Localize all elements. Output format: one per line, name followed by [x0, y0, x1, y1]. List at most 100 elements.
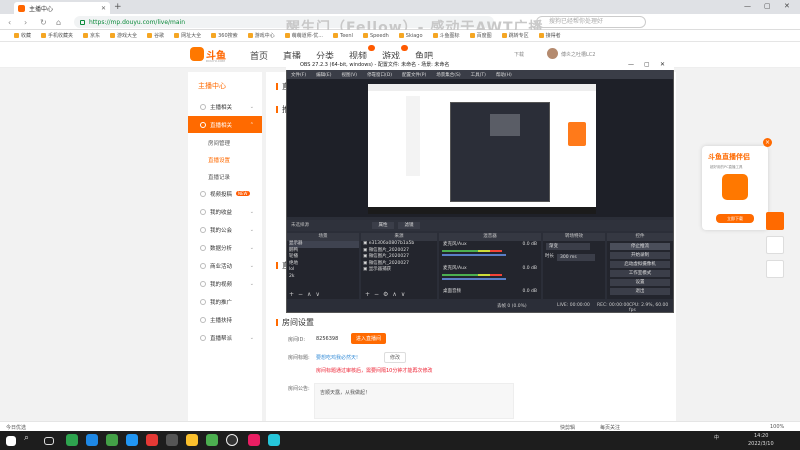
- widget-download-button[interactable]: 立即下载: [716, 214, 754, 223]
- bookmark-item[interactable]: 收藏: [14, 32, 31, 39]
- windows-start-icon[interactable]: [6, 436, 16, 446]
- bookmark-item[interactable]: Speedh: [362, 33, 389, 39]
- obs-menu-item[interactable]: 场景集合(S): [436, 72, 460, 78]
- virtual-camera-button[interactable]: 启动虚拟摄像机: [610, 261, 670, 268]
- forward-icon[interactable]: ›: [24, 18, 27, 27]
- float-home-button[interactable]: [766, 236, 784, 254]
- bookmark-item[interactable]: 跳转专区: [501, 32, 529, 39]
- bookmark-item[interactable]: 谷歌: [147, 32, 164, 39]
- task-view-icon[interactable]: [44, 437, 54, 445]
- close-window-icon[interactable]: ✕: [784, 2, 790, 10]
- app-icon[interactable]: [248, 434, 260, 446]
- studio-mode-button[interactable]: 工作室模式: [610, 270, 670, 277]
- obs-maximize-icon[interactable]: ▢: [644, 61, 650, 68]
- source-item[interactable]: ▣ 显示器捕获: [363, 267, 437, 274]
- sidebar-item-income[interactable]: 我的收益 ⌄: [188, 203, 262, 220]
- bookmark-item[interactable]: 游戏中心: [247, 32, 275, 39]
- statusbar-item[interactable]: 快剪辑: [560, 424, 575, 431]
- bookmark-item[interactable]: 百度图: [469, 32, 492, 39]
- statusbar-item[interactable]: 每页关注: [600, 424, 620, 431]
- bookmark-item[interactable]: Teenl: [333, 33, 353, 39]
- sidebar-item-support[interactable]: 主播扶持: [188, 311, 262, 328]
- sidebar-item-video-upload[interactable]: 视频投稿 NEW: [188, 185, 262, 202]
- sidebar-item-my-videos[interactable]: 我的视频 ⌄: [188, 275, 262, 292]
- sidebar-sub-records[interactable]: 直播记录: [188, 168, 262, 185]
- bookmark-item[interactable]: 斗鱼图标: [432, 32, 460, 39]
- app-icon[interactable]: [166, 434, 178, 446]
- new-tab-icon[interactable]: +: [114, 2, 122, 12]
- float-play-button[interactable]: [766, 212, 784, 230]
- app-icon[interactable]: [66, 434, 78, 446]
- zoom-level[interactable]: 100%: [770, 424, 784, 430]
- bookmark-item[interactable]: 接得者: [538, 32, 561, 39]
- obs-menu-item[interactable]: 工具(T): [471, 72, 486, 78]
- duration-input[interactable]: 300 ms: [557, 254, 595, 261]
- obs-menu-item[interactable]: 停靠窗口(D): [367, 72, 392, 78]
- obs-filters-button[interactable]: 滤镜: [398, 222, 420, 229]
- download-link[interactable]: 下载: [514, 51, 524, 58]
- search-icon[interactable]: ⌕: [24, 433, 36, 445]
- obs-preview-canvas[interactable]: [368, 84, 596, 214]
- bookmark-item[interactable]: 京东: [83, 32, 100, 39]
- obs-exit-button[interactable]: 退出: [610, 288, 670, 295]
- obs-properties-button[interactable]: 属性: [372, 222, 394, 229]
- bookmark-item[interactable]: 360搜索: [211, 32, 238, 39]
- enter-room-button[interactable]: 进入直播间: [351, 333, 387, 344]
- obs-menu-item[interactable]: 帮助(H): [496, 72, 512, 78]
- bookmark-item[interactable]: 萌萌道师·优...: [284, 32, 323, 39]
- scene-item[interactable]: 2k: [289, 274, 359, 281]
- stop-streaming-button[interactable]: 停止推流: [610, 243, 670, 250]
- transition-select[interactable]: 渐变: [546, 243, 590, 250]
- ime-indicator[interactable]: 中: [714, 434, 719, 441]
- bookmark-item[interactable]: 网址大全: [174, 32, 201, 39]
- mixer-volume-slider[interactable]: [442, 278, 506, 280]
- maximize-icon[interactable]: ▢: [764, 2, 771, 10]
- sidebar-item-gang[interactable]: 直播帮派 ⌄: [188, 329, 262, 346]
- nav-home[interactable]: 首页: [250, 49, 268, 62]
- source-toolbar-icons[interactable]: +−⚙∧∨: [365, 291, 409, 298]
- obs-close-icon[interactable]: ✕: [660, 61, 665, 68]
- statusbar-left[interactable]: 今日优选: [6, 424, 26, 431]
- minimize-icon[interactable]: —: [744, 2, 751, 10]
- notice-textarea[interactable]: 吉顺天露，从我做起！: [314, 383, 514, 419]
- clock-date[interactable]: 2022/3/10: [748, 441, 774, 447]
- douyu-logo[interactable]: 斗鱼 DOUYU.COM: [190, 44, 228, 66]
- bookmark-item[interactable]: 游戏大全: [110, 32, 137, 39]
- browser-search-input[interactable]: 搜狗已经帮你处理好: [536, 16, 646, 28]
- start-recording-button[interactable]: 开始录制: [610, 252, 670, 259]
- wechat-icon[interactable]: [106, 434, 118, 446]
- sidebar-sub-room[interactable]: 房间管理: [188, 134, 262, 151]
- obs-menu-item[interactable]: 编辑(E): [316, 72, 331, 78]
- sidebar-item-live[interactable]: 直播相关 ⌃: [188, 116, 262, 133]
- refresh-icon[interactable]: ↻: [40, 18, 47, 27]
- obs-menu-item[interactable]: 文件(F): [291, 72, 306, 78]
- obs-minimize-icon[interactable]: —: [628, 61, 634, 68]
- scene-toolbar-icons[interactable]: +−∧∨: [289, 291, 324, 298]
- sidebar-item-anchor[interactable]: 主播相关 ⌄: [188, 98, 262, 115]
- float-qrcode-button[interactable]: [766, 260, 784, 278]
- widget-close-icon[interactable]: ×: [763, 138, 772, 147]
- back-icon[interactable]: ‹: [8, 18, 11, 27]
- home-icon[interactable]: ⌂: [56, 18, 61, 27]
- app-icon[interactable]: [86, 434, 98, 446]
- sidebar-item-guild[interactable]: 我的公会 ⌄: [188, 221, 262, 238]
- bookmark-item[interactable]: Skiago: [398, 33, 423, 39]
- app-icon[interactable]: [206, 434, 218, 446]
- user-avatar[interactable]: [547, 48, 558, 59]
- tab-close-icon[interactable]: ✕: [101, 5, 106, 12]
- sidebar-item-business[interactable]: 商业活动 ⌄: [188, 257, 262, 274]
- obs-menu-item[interactable]: 视图(V): [341, 72, 357, 78]
- obs-taskbar-icon[interactable]: [226, 434, 238, 446]
- obs-menu-item[interactable]: 配置文件(P): [402, 72, 426, 78]
- edit-title-button[interactable]: 修改: [384, 352, 407, 363]
- browser-app-icon[interactable]: [126, 434, 138, 446]
- app-icon[interactable]: [146, 434, 158, 446]
- app-icon[interactable]: [186, 434, 198, 446]
- obs-settings-button[interactable]: 设置: [610, 279, 670, 286]
- mixer-volume-slider[interactable]: [442, 254, 506, 256]
- sidebar-item-analytics[interactable]: 数据分析 ⌄: [188, 239, 262, 256]
- username[interactable]: 傅炎之吐槽LC2: [561, 51, 595, 58]
- clock-time[interactable]: 14:20: [754, 433, 768, 439]
- sidebar-item-promotion[interactable]: 我的推广: [188, 293, 262, 310]
- bookmark-item[interactable]: 手机收藏夹: [41, 32, 73, 39]
